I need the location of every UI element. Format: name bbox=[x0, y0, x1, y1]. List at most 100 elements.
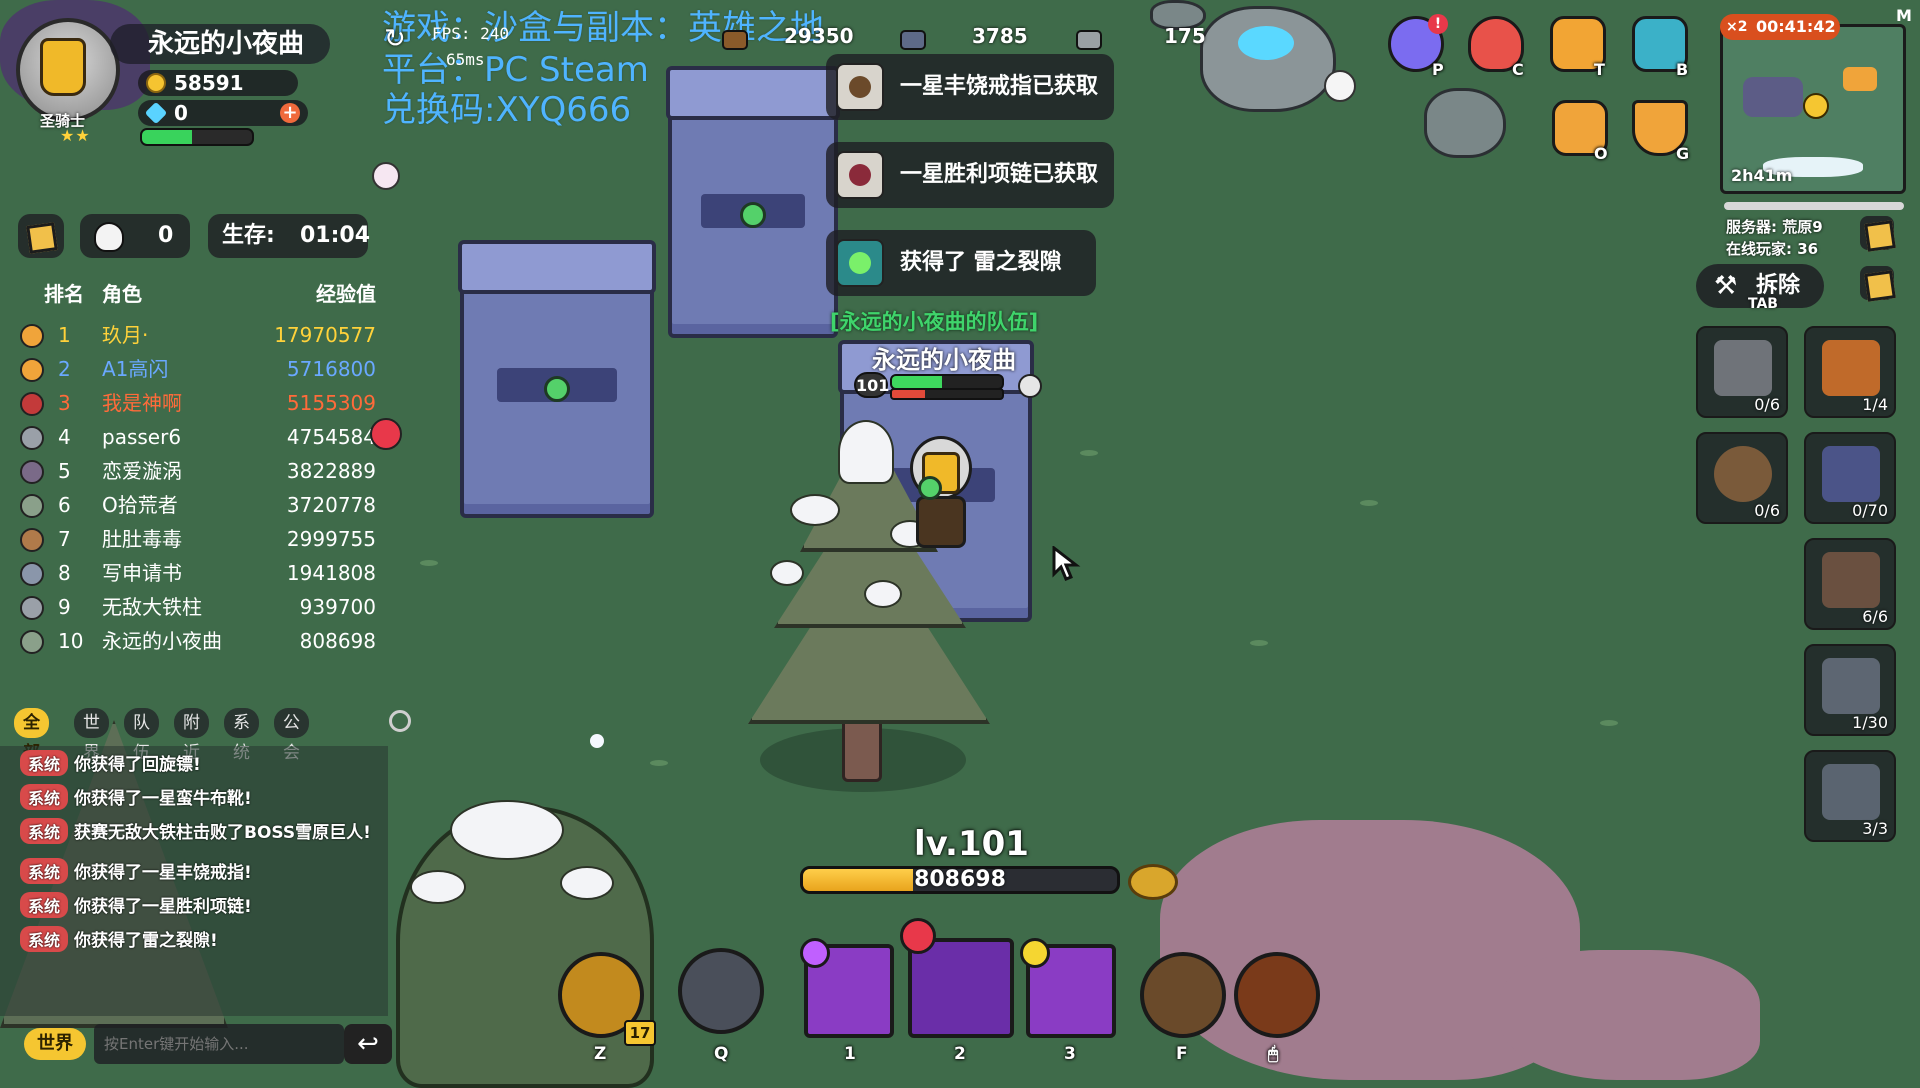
chat-tab[interactable]: 全部 bbox=[14, 708, 49, 763]
leaderboard-row: 4 passer6 4754584 bbox=[16, 420, 376, 454]
player-card[interactable]: 圣骑士 ★★ 永远的小夜曲 58591 0 + bbox=[10, 14, 330, 145]
storage-icon bbox=[1822, 764, 1880, 820]
system-tag: 系统 bbox=[20, 784, 69, 810]
fire-element-icon bbox=[900, 918, 936, 954]
role-name: 无敌大铁柱 bbox=[102, 595, 202, 619]
ping-readout: 65ms bbox=[446, 50, 485, 69]
stone-wall-icon bbox=[1822, 446, 1880, 502]
rank: 7 bbox=[58, 527, 71, 551]
player-name: 永远的小夜曲 bbox=[110, 24, 330, 64]
player-avatar-icon bbox=[20, 596, 44, 620]
rock[interactable] bbox=[1424, 88, 1506, 158]
lb-header-role: 角色 bbox=[102, 282, 142, 306]
rank: 10 bbox=[58, 629, 84, 653]
snow-clump bbox=[410, 870, 466, 904]
character-mp-fill bbox=[892, 390, 925, 398]
loot-notification-3: 获得了 雷之裂隙 bbox=[826, 230, 1096, 296]
floor-tile-icon bbox=[1714, 340, 1772, 396]
player-character[interactable] bbox=[900, 436, 980, 548]
timer-value: 00:41:42 bbox=[1756, 17, 1836, 36]
gem-icon bbox=[144, 101, 168, 125]
hotkey-b: B bbox=[1676, 60, 1689, 79]
build-slot-floor-tile[interactable]: 0/6 bbox=[1696, 326, 1788, 418]
exp-value: 808698 bbox=[299, 629, 376, 653]
rank: 3 bbox=[58, 391, 71, 415]
character-mp-bar bbox=[890, 388, 1004, 400]
minimap-frame[interactable]: 2h41m bbox=[1720, 24, 1906, 194]
chat-log[interactable]: 系统 你获得了回旋镖! 系统 你获得了一星蛮牛布靴! 系统 获赛无敌大铁柱击败了BOSS雪… bbox=[0, 746, 388, 1016]
exp-value: 17970577 bbox=[274, 323, 376, 347]
skull-status-icon bbox=[1018, 374, 1042, 398]
exp-value: 939700 bbox=[299, 595, 376, 619]
leaderboard-row: 9 无敌大铁柱 939700 bbox=[16, 590, 376, 624]
lightning-element-icon bbox=[1020, 938, 1050, 968]
system-tag: 系统 bbox=[20, 858, 69, 884]
message-text: 你获得了一星蛮牛布靴! bbox=[74, 789, 252, 809]
exp-value: 5155309 bbox=[286, 391, 376, 415]
grass-tuft bbox=[1250, 640, 1268, 646]
danger-skull-icon bbox=[370, 418, 402, 450]
notification-text: 一星胜利项链已获取 bbox=[900, 162, 1099, 187]
stone-pillar[interactable] bbox=[666, 66, 840, 338]
hotkey-q: Q bbox=[714, 1044, 729, 1064]
chat-settings-gear-icon[interactable] bbox=[389, 710, 411, 732]
flower bbox=[372, 162, 400, 190]
minimap[interactable]: 2h41m ×2 00:41:42 bbox=[1720, 14, 1906, 194]
build-slot-stone-pillar[interactable]: 1/30 bbox=[1804, 644, 1896, 736]
chat-input-bar: 世界 ↩ bbox=[18, 1024, 392, 1064]
stone-pillar[interactable] bbox=[458, 240, 656, 518]
build-slot-gate[interactable]: 6/6 bbox=[1804, 538, 1896, 630]
chat-message: 系统 你获得了回旋镖! bbox=[20, 750, 201, 776]
chat-message: 系统 获赛无敌大铁柱击败了BOSS雪原巨人! bbox=[20, 818, 371, 844]
snow-clump bbox=[790, 494, 840, 526]
add-gems-button[interactable]: + bbox=[280, 103, 300, 123]
grass-tuft bbox=[420, 560, 438, 566]
pickaxe-icon[interactable] bbox=[678, 948, 764, 1034]
build-slot-campfire[interactable]: 1/4 bbox=[1804, 326, 1896, 418]
loot-notification-2: 一星胜利项链已获取 bbox=[826, 142, 1114, 208]
refresh-icon[interactable]: ↻ bbox=[384, 24, 406, 54]
build-slot-stone-wall[interactable]: 0/70 bbox=[1804, 432, 1896, 524]
chat-tab[interactable]: 队伍 bbox=[124, 708, 159, 763]
map-edit-button[interactable] bbox=[1860, 216, 1896, 252]
send-button[interactable]: ↩ bbox=[344, 1024, 392, 1064]
player-avatar-icon bbox=[20, 460, 44, 484]
minimap-zone bbox=[1743, 77, 1803, 117]
slot-count: 0/70 bbox=[1852, 501, 1888, 520]
chat-tab[interactable]: 附近 bbox=[174, 708, 209, 763]
channel-button[interactable]: 世界 bbox=[24, 1028, 86, 1060]
exp-value: 5716800 bbox=[286, 357, 376, 381]
chat-message: 系统 你获得了一星丰饶戒指! bbox=[20, 858, 252, 884]
chat-tab[interactable]: 世界 bbox=[74, 708, 109, 763]
chat-input[interactable] bbox=[94, 1024, 344, 1064]
holy-sword-skill-icon[interactable] bbox=[1140, 952, 1226, 1038]
grass-tuft bbox=[1600, 720, 1618, 726]
build-edit-button[interactable] bbox=[1860, 266, 1896, 302]
rank: 5 bbox=[58, 459, 71, 483]
mouse-button-hint: 🖱 bbox=[1268, 1044, 1279, 1064]
ring-icon bbox=[836, 63, 884, 111]
role-name: 我是神啊 bbox=[102, 391, 182, 415]
rank: 4 bbox=[58, 425, 71, 449]
rank: 1 bbox=[58, 323, 71, 347]
chat-panel[interactable]: 全部世界队伍附近系统公会 系统你获得了回旋镖!系统你获得了一星蛮牛布靴!系统获赛… bbox=[0, 702, 411, 1080]
exp-value: 3822889 bbox=[286, 459, 376, 483]
player-avatar-icon bbox=[20, 494, 44, 518]
campfire-marker-icon bbox=[1843, 67, 1877, 91]
exp-value: 4754584 bbox=[286, 425, 376, 449]
chat-tab[interactable]: 公会 bbox=[274, 708, 309, 763]
build-slot-trap-ring[interactable]: 0/6 bbox=[1696, 432, 1788, 524]
grass-tuft bbox=[1360, 500, 1378, 506]
fire-burst-skill-icon[interactable] bbox=[1234, 952, 1320, 1038]
trap-ring-icon bbox=[1714, 446, 1772, 502]
build-slot-storage[interactable]: 3/3 bbox=[1804, 750, 1896, 842]
chat-tab[interactable]: 系统 bbox=[224, 708, 259, 763]
leaderboard-row: 5 恋爱漩涡 3822889 bbox=[16, 454, 376, 488]
exp-value: 2999755 bbox=[286, 527, 376, 551]
player-hp-fill bbox=[142, 130, 192, 144]
player-avatar-icon bbox=[20, 562, 44, 586]
slot-count: 1/4 bbox=[1862, 395, 1888, 414]
player-avatar-icon bbox=[20, 426, 44, 450]
edit-layout-button[interactable] bbox=[18, 214, 64, 258]
role-name: O拾荒者 bbox=[102, 493, 178, 517]
